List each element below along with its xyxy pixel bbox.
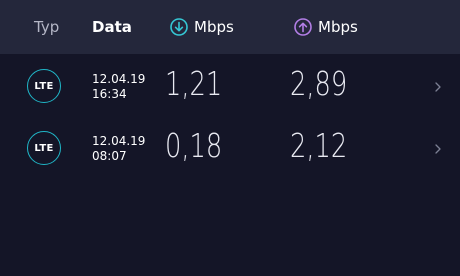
result-datetime: 12.04.19 08:07 — [92, 134, 145, 164]
chevron-right-icon[interactable] — [433, 142, 443, 156]
result-date: 12.04.19 — [92, 72, 146, 86]
upload-speed-value: 2,12 — [290, 126, 348, 165]
download-unit-label: Mbps — [194, 18, 234, 36]
download-column-header[interactable]: Mbps — [170, 17, 234, 37]
upload-arrow-icon — [294, 18, 312, 36]
connection-type-label: LTE — [34, 80, 54, 92]
chevron-right-icon[interactable] — [433, 80, 443, 94]
download-speed-value: 1,21 — [165, 64, 223, 103]
results-screen: Typ Data Mbps Mbps LTE 12.04.19 16:34 1,… — [0, 0, 460, 276]
result-time: 16:34 — [92, 87, 127, 101]
connection-type-badge: LTE — [27, 131, 61, 165]
result-date: 12.04.19 — [92, 134, 146, 148]
download-speed-value: 0,18 — [165, 126, 223, 165]
download-arrow-icon — [170, 18, 188, 36]
upload-speed-value: 2,89 — [290, 64, 348, 103]
upload-column-header[interactable]: Mbps — [294, 17, 358, 37]
connection-type-badge: LTE — [27, 69, 61, 103]
upload-unit-label: Mbps — [318, 18, 358, 36]
result-time: 08:07 — [92, 149, 127, 163]
date-column-header[interactable]: Data — [92, 17, 132, 37]
connection-type-label: LTE — [34, 142, 54, 154]
result-row[interactable]: LTE 12.04.19 16:34 1,21 2,89 — [0, 56, 460, 118]
result-datetime: 12.04.19 16:34 — [92, 72, 145, 102]
type-column-header[interactable]: Typ — [34, 17, 59, 37]
result-row[interactable]: LTE 12.04.19 08:07 0,18 2,12 — [0, 118, 460, 180]
results-header: Typ Data Mbps Mbps — [0, 0, 460, 54]
